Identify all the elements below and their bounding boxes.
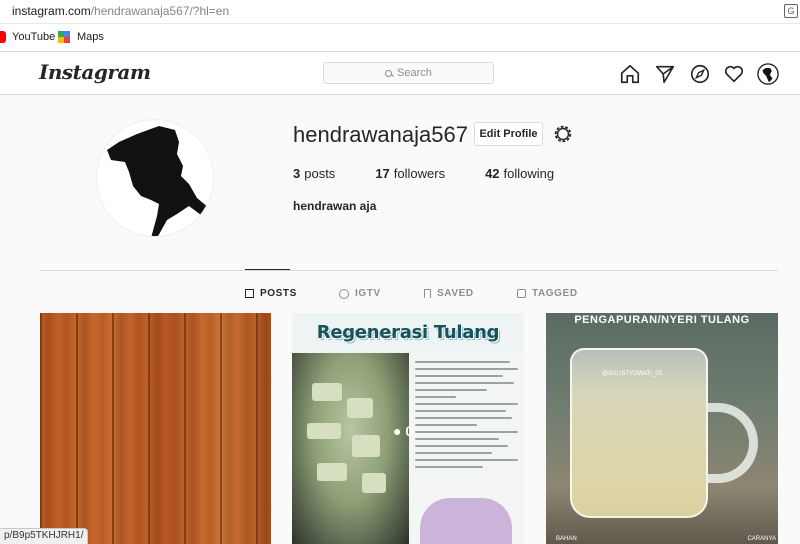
tab-posts[interactable]: POSTS (245, 288, 297, 299)
stat-posts: 3 posts (293, 166, 336, 181)
post-thumbnail-2[interactable]: Regenerasi Tulang Lutut ● 0 (292, 313, 524, 544)
bookmark-label: Maps (77, 31, 104, 43)
translate-icon[interactable]: G (784, 4, 798, 18)
youtube-icon (0, 31, 6, 43)
tab-tagged[interactable]: TAGGED (517, 288, 578, 299)
direct-icon[interactable] (654, 63, 676, 85)
profile-full-name: hendrawan aja (293, 199, 377, 213)
bookmarks-bar: YouTube Maps (0, 24, 800, 52)
post-thumbnail-3[interactable]: PENGAPURAN/NYERI TULANG @SULISTYOWATI_05… (546, 313, 778, 544)
profile-avatar[interactable] (96, 119, 214, 237)
post-banner-text: PENGAPURAN/NYERI TULANG (574, 314, 750, 326)
profile-avatar-icon[interactable] (757, 63, 779, 85)
instagram-logo[interactable]: Instagram (39, 60, 151, 84)
post-footer: BAHAN CARANYA (556, 536, 776, 542)
bookmark-maps[interactable]: Maps (58, 31, 104, 43)
knee-diagram (420, 498, 512, 544)
instagram-header: Instagram Search (0, 52, 800, 95)
tabs-divider (40, 270, 778, 271)
profile-stats: 3 posts 17 followers 42 following (293, 166, 594, 181)
url-path: /hendrawanaja567/?hl=en (90, 4, 230, 18)
activity-heart-icon[interactable] (723, 63, 745, 85)
home-icon[interactable] (619, 63, 641, 85)
tag-icon (517, 289, 526, 298)
edit-profile-button[interactable]: Edit Profile (474, 122, 543, 146)
post-overlay-count: ● 0 (393, 423, 414, 439)
stat-followers[interactable]: 17 followers (375, 166, 445, 181)
post-handle-tag: @SULISTYOWATI_05 (602, 371, 663, 377)
maps-icon (58, 31, 70, 43)
bookmark-icon (424, 289, 431, 298)
tab-igtv[interactable]: IGTV (339, 288, 381, 299)
url-text[interactable]: instagram.com/hendrawanaja567/?hl=en (12, 4, 229, 18)
post-thumbnail-1[interactable] (40, 313, 271, 544)
igtv-icon (339, 288, 349, 299)
explore-icon[interactable] (689, 63, 711, 85)
tab-saved[interactable]: SAVED (424, 288, 474, 299)
url-host: instagram.com (12, 4, 91, 18)
bookmark-label: YouTube (12, 31, 56, 43)
search-input[interactable]: Search (323, 62, 494, 84)
post-title-text: Regenerasi Tulang Lutut (292, 313, 524, 383)
search-placeholder: Search (397, 67, 432, 79)
profile-username: hendrawanaja567 (293, 122, 468, 147)
active-tab-indicator (245, 269, 290, 270)
grid-icon (245, 289, 254, 298)
link-status-bar: p/B9p5TKHJRH1/ (0, 528, 89, 544)
browser-address-bar[interactable]: instagram.com/hendrawanaja567/?hl=en G (0, 0, 800, 24)
post-photo (292, 353, 409, 544)
mug-handle (706, 403, 758, 483)
stat-following[interactable]: 42 following (485, 166, 554, 181)
gear-icon[interactable] (552, 123, 574, 145)
bookmark-youtube[interactable]: YouTube (0, 31, 55, 43)
search-icon (385, 69, 393, 77)
